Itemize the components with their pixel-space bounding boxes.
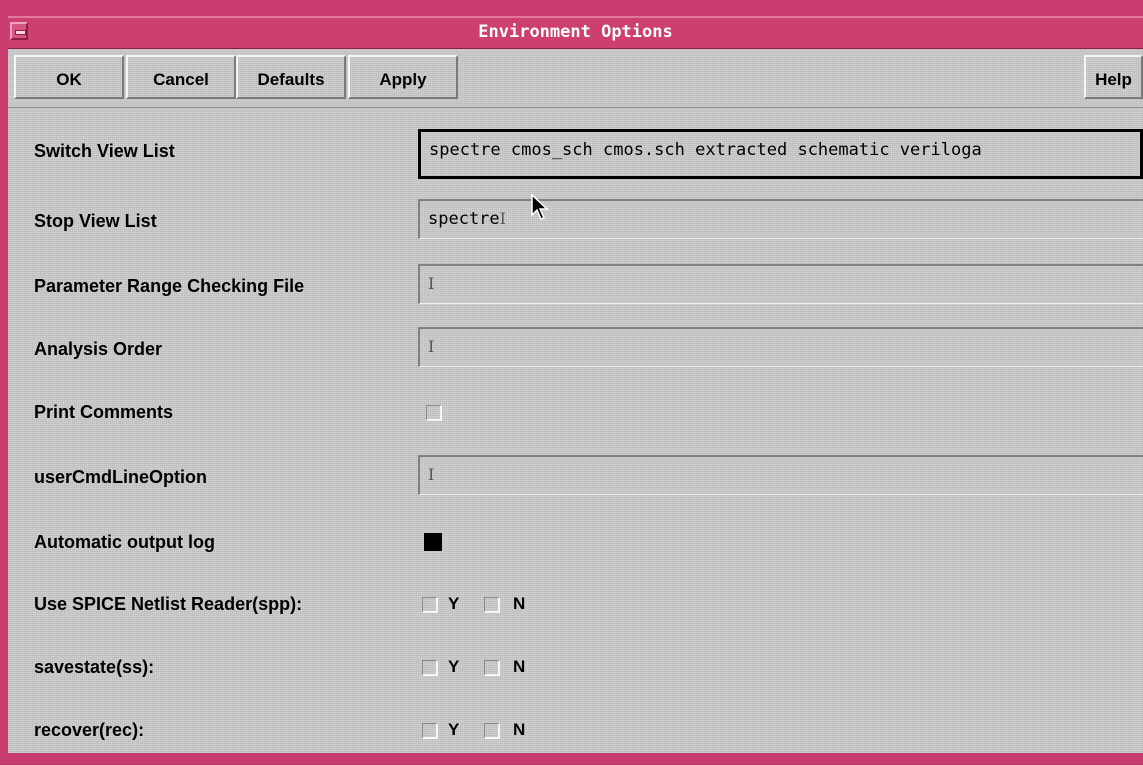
param-range-file-label: Parameter Range Checking File: [34, 276, 305, 296]
user-cmd-line-label: userCmdLineOption: [34, 467, 208, 487]
savestate-y-label: Y: [448, 657, 460, 676]
spice-reader-y-label: Y: [448, 594, 460, 613]
auto-output-log-row: Automatic output log: [8, 515, 1143, 575]
recover-y-checkbox[interactable]: [422, 723, 438, 739]
savestate-label: savestate(ss):: [34, 657, 155, 677]
text-cursor-icon: I: [428, 274, 435, 293]
text-cursor-icon: I: [499, 209, 506, 228]
savestate-n-checkbox[interactable]: [484, 660, 500, 676]
ok-button[interactable]: OK: [14, 55, 124, 99]
print-comments-label: Print Comments: [34, 402, 174, 422]
savestate-row: savestate(ss): Y N: [8, 642, 1143, 702]
switch-view-list-input[interactable]: spectre cmos_sch cmos.sch extracted sche…: [418, 129, 1143, 179]
defaults-button[interactable]: Defaults: [236, 55, 346, 99]
text-cursor-icon: I: [428, 337, 435, 356]
button-bar: OK Cancel Defaults Apply Help: [8, 49, 1143, 108]
title-bar[interactable]: Environment Options: [8, 16, 1143, 50]
spice-reader-row: Use SPICE Netlist Reader(spp): Y N: [8, 579, 1143, 639]
cancel-button[interactable]: Cancel: [126, 55, 236, 99]
switch-view-list-row: Switch View List spectre cmos_sch cmos.s…: [8, 117, 1143, 179]
recover-n-label: N: [513, 720, 526, 739]
switch-view-list-label: Switch View List: [34, 141, 175, 161]
print-comments-row: Print Comments: [8, 385, 1143, 445]
mouse-pointer-icon: [531, 193, 549, 220]
auto-output-log-label: Automatic output log: [34, 532, 215, 552]
recover-row: recover(rec): Y N: [8, 705, 1143, 765]
spice-reader-n-checkbox[interactable]: [484, 597, 500, 613]
stop-view-list-value: spectre: [428, 209, 500, 229]
recover-y-label: Y: [448, 720, 460, 739]
apply-button[interactable]: Apply: [348, 55, 458, 99]
param-range-file-row: Parameter Range Checking File I: [8, 254, 1143, 314]
stop-view-list-label: Stop View List: [34, 211, 157, 231]
help-button[interactable]: Help: [1084, 55, 1143, 99]
user-cmd-line-input[interactable]: I: [418, 455, 1143, 495]
user-cmd-line-row: userCmdLineOption I: [8, 447, 1143, 507]
spice-reader-label: Use SPICE Netlist Reader(spp):: [34, 594, 303, 614]
recover-n-checkbox[interactable]: [484, 723, 500, 739]
stop-view-list-row: Stop View List spectreI: [8, 189, 1143, 249]
savestate-n-label: N: [513, 657, 526, 676]
switch-view-list-value: spectre cmos_sch cmos.sch extracted sche…: [429, 140, 982, 160]
savestate-y-checkbox[interactable]: [422, 660, 438, 676]
spice-reader-y-checkbox[interactable]: [422, 597, 438, 613]
text-cursor-icon: I: [428, 465, 435, 484]
param-range-file-input[interactable]: I: [418, 264, 1143, 304]
auto-output-log-checkbox[interactable]: [424, 533, 442, 551]
dialog-body: OK Cancel Defaults Apply Help Switch Vie…: [8, 49, 1143, 753]
window-title: Environment Options: [478, 22, 673, 42]
analysis-order-input[interactable]: I: [418, 327, 1143, 367]
environment-options-window: Environment Options OK Cancel Defaults A…: [0, 0, 1143, 764]
analysis-order-label: Analysis Order: [34, 339, 163, 359]
spice-reader-n-label: N: [513, 594, 526, 613]
stop-view-list-input[interactable]: spectreI: [418, 199, 1143, 239]
analysis-order-row: Analysis Order I: [8, 319, 1143, 379]
print-comments-checkbox[interactable]: [426, 405, 442, 421]
recover-label: recover(rec):: [34, 720, 145, 740]
